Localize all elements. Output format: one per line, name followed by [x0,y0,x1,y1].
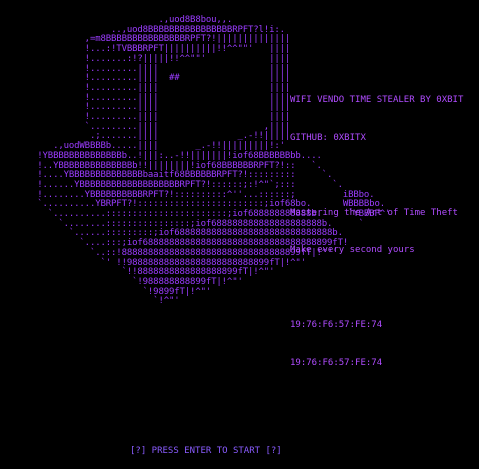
github-label: GITHUB: 0XBITX [290,132,366,143]
terminal-window: .,uod8B8bou,,. ..,uod8BBBBBBBBBBBBBBBBRP… [0,0,479,469]
info-panel: WIFI VENDO TIME STEALER BY 0XBIT GITHUB:… [290,69,463,394]
tagline: Mastering the Art of Time Theft [290,207,458,218]
mac-address-2: 19:76:F6:57:FE:74 [290,357,383,368]
mac-address-1: 19:76:F6:57:FE:74 [290,320,383,330]
press-enter-prompt[interactable]: [?] PRESS ENTER TO START [?] [130,446,282,456]
app-title: WIFI VENDO TIME STEALER BY 0XBIT [290,95,464,105]
subtitle: Make every second yours [290,245,415,255]
